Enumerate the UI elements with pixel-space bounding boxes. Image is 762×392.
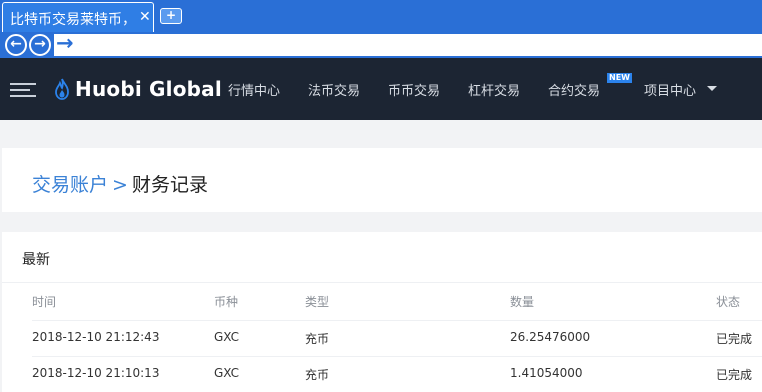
forward-button[interactable]: → <box>29 34 51 56</box>
breadcrumb-panel: 交易账户 > 财务记录 <box>2 148 762 212</box>
flame-icon <box>55 78 69 100</box>
nav-fiat-trading[interactable]: 法币交易 <box>308 80 360 99</box>
browser-tab[interactable]: 比特币交易莱特币， ✕ <box>2 2 154 32</box>
cell-time: 2018-12-10 21:10:13 <box>32 366 160 380</box>
cell-type: 充币 <box>305 332 330 346</box>
address-bar: ← → → <box>0 31 762 58</box>
cell-status: 已完成 <box>716 368 753 382</box>
column-header-time: 时间 <box>32 295 57 309</box>
nav-margin-trading[interactable]: 杠杆交易 <box>468 80 520 99</box>
nav-coin-trading[interactable]: 币币交易 <box>388 80 440 99</box>
back-button[interactable]: ← <box>5 34 27 56</box>
site-header: Huobi Global 行情中心 法币交易 币币交易 杠杆交易 合约交易 NE… <box>0 58 762 120</box>
logo-text: Huobi Global <box>75 77 222 101</box>
url-field[interactable]: → <box>54 31 762 56</box>
column-header-type: 类型 <box>305 295 330 309</box>
breadcrumb-separator: > <box>112 174 128 196</box>
nav-project-center[interactable]: 项目中心 <box>644 80 696 99</box>
column-header-amount: 数量 <box>510 295 535 309</box>
column-header-status: 状态 <box>716 295 741 309</box>
nav-market-center[interactable]: 行情中心 <box>228 80 280 99</box>
section-title: 最新 <box>22 252 50 268</box>
cell-status: 已完成 <box>716 332 753 346</box>
breadcrumb: 交易账户 > 财务记录 <box>32 170 208 197</box>
table-row: 2018-12-10 21:10:13 GXC 充币 1.41054000 已完… <box>32 356 762 392</box>
go-arrow-icon[interactable]: → <box>56 31 74 55</box>
menu-icon[interactable] <box>10 83 36 97</box>
column-header-currency: 币种 <box>214 295 239 309</box>
cell-amount: 26.25476000 <box>510 330 591 344</box>
cell-amount: 1.41054000 <box>510 366 583 380</box>
tab-title: 比特币交易莱特币， <box>10 12 136 28</box>
nav-contract-trading[interactable]: 合约交易 <box>548 80 600 99</box>
browser-tab-bar: 比特币交易莱特币， ✕ + <box>0 0 762 32</box>
cell-type: 充币 <box>305 368 330 382</box>
chevron-down-icon[interactable] <box>707 86 717 91</box>
financial-records-panel: 最新 时间 币种 类型 数量 状态 2018-12-10 21:12:43 GX… <box>2 232 762 392</box>
new-tab-button[interactable]: + <box>160 8 182 24</box>
table-row: 2018-12-10 21:12:43 GXC 充币 26.25476000 已… <box>32 320 762 356</box>
divider <box>2 282 762 283</box>
new-badge: NEW <box>607 73 632 83</box>
breadcrumb-trading-account[interactable]: 交易账户 <box>32 174 108 196</box>
cell-currency: GXC <box>214 330 240 344</box>
cell-currency: GXC <box>214 366 240 380</box>
cell-time: 2018-12-10 21:12:43 <box>32 330 160 344</box>
huobi-logo[interactable]: Huobi Global <box>55 76 222 102</box>
page-title: 财务记录 <box>131 174 208 196</box>
close-tab-icon[interactable]: ✕ <box>139 9 151 25</box>
